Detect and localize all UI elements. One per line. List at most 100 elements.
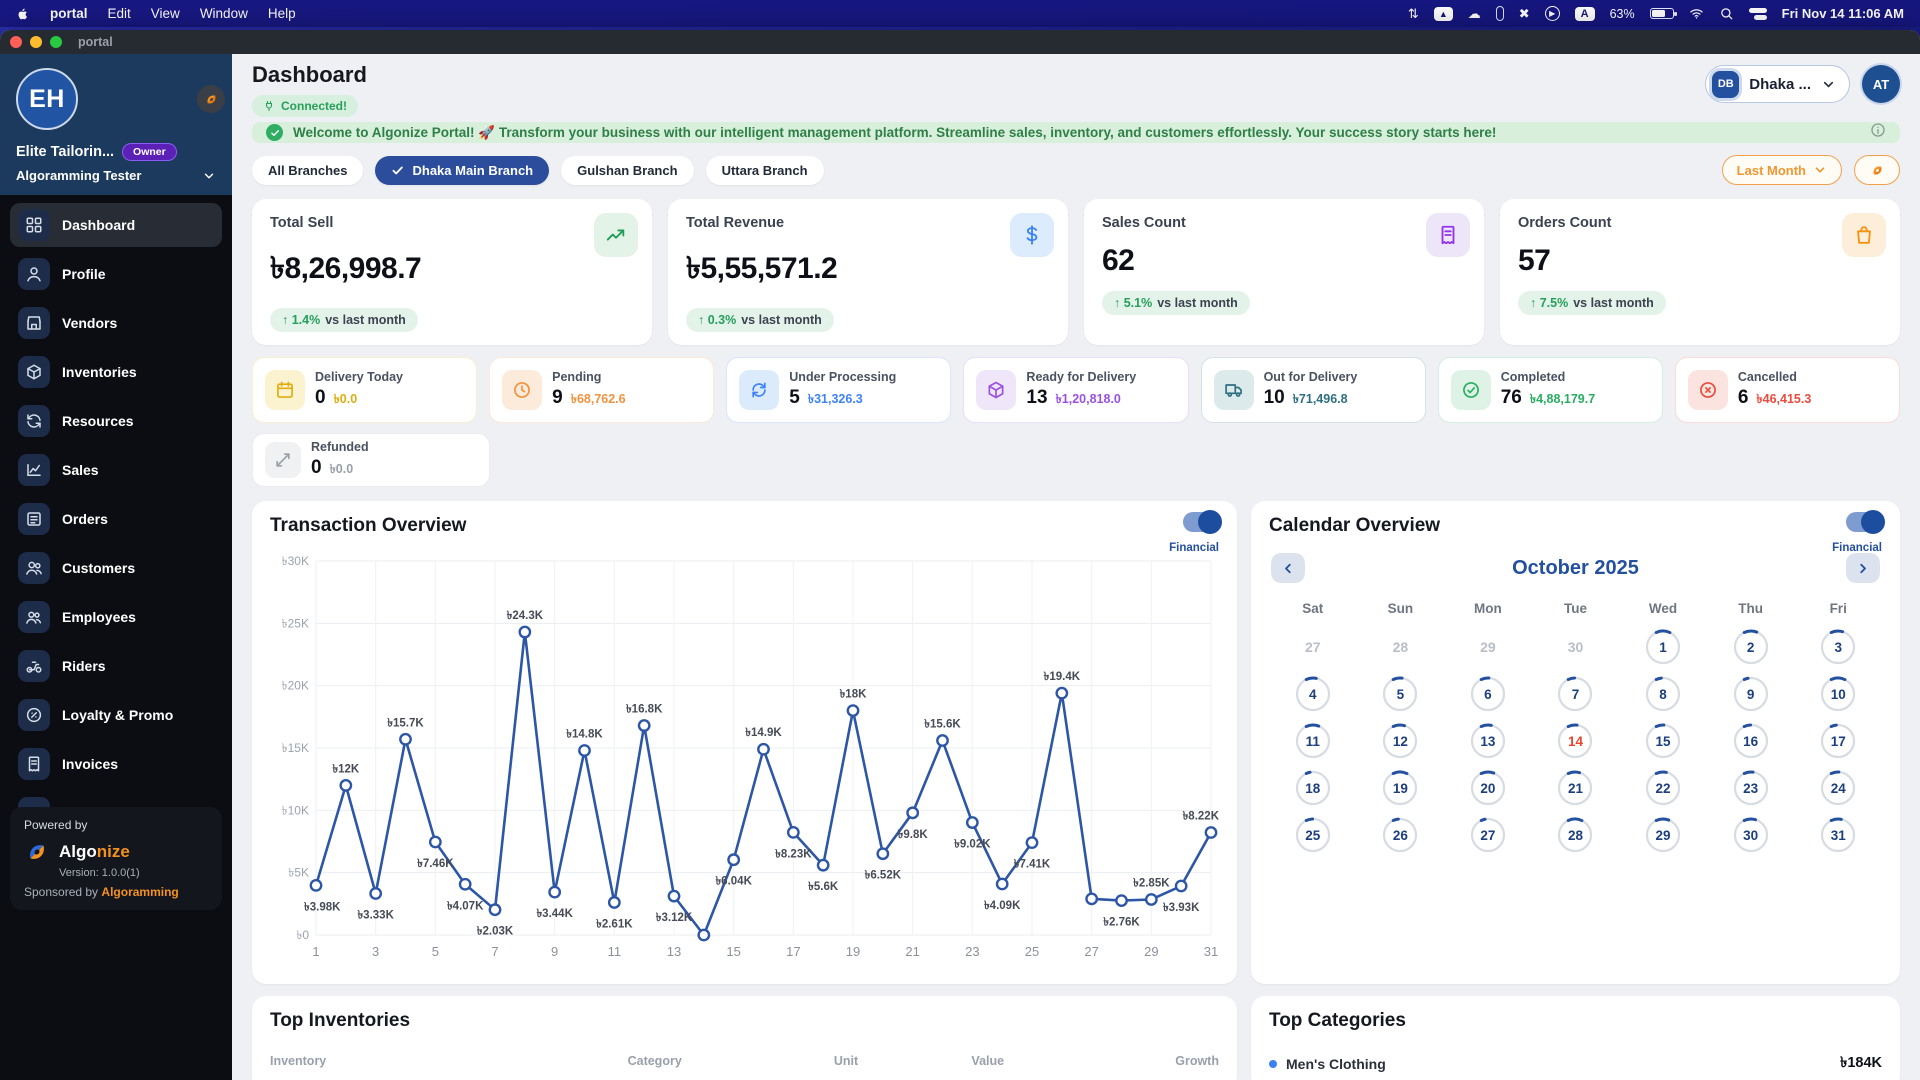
sidebar-collapse-button[interactable] [197, 85, 225, 113]
calendar-date-5[interactable]: 5 [1357, 676, 1445, 712]
calendar-date-15[interactable]: 15 [1619, 723, 1707, 759]
menubar-edit-menu[interactable]: Edit [108, 6, 131, 21]
pinwheel-icon[interactable]: ✖ [1519, 7, 1530, 20]
sidebar-item-dashboard[interactable]: Dashboard [10, 203, 222, 247]
calendar-date-31[interactable]: 31 [1794, 817, 1882, 853]
sidebar-item-inventories[interactable]: Inventories [10, 350, 222, 394]
calendar-date-28[interactable]: 28 [1532, 817, 1620, 853]
calendar-date-2[interactable]: 2 [1707, 629, 1795, 665]
calendar-date-9[interactable]: 9 [1707, 676, 1795, 712]
sidebar-item-vendors[interactable]: Vendors [10, 301, 222, 345]
calendar-date-11[interactable]: 11 [1269, 723, 1357, 759]
tab-dhaka-main-branch[interactable]: Dhaka Main Branch [375, 155, 550, 185]
wifi-icon[interactable] [1689, 6, 1704, 21]
zoom-window-button[interactable] [50, 36, 62, 48]
calendar-date-30[interactable]: 30 [1707, 817, 1795, 853]
calendar-date-1[interactable]: 1 [1619, 629, 1707, 665]
sidebar-item-profile[interactable]: Profile [10, 252, 222, 296]
minimize-window-button[interactable] [30, 36, 42, 48]
chart-icon [27, 464, 41, 476]
calendar-date-6[interactable]: 6 [1444, 676, 1532, 712]
calendar-date-27[interactable]: 27 [1444, 817, 1532, 853]
calendar-date-17[interactable]: 17 [1794, 723, 1882, 759]
chevron-down-icon [1815, 167, 1825, 173]
calendar-date-10[interactable]: 10 [1794, 676, 1882, 712]
refresh-icon [27, 414, 41, 428]
org-avatar[interactable]: EH [16, 68, 78, 130]
battery-icon[interactable] [1649, 8, 1677, 19]
apple-menu-icon[interactable] [16, 6, 30, 22]
calendar-day-header: Sat [1302, 601, 1324, 616]
menubar-clock[interactable]: Fri Nov 14 11:06 AM [1782, 6, 1904, 21]
sidebar-item-riders[interactable]: Riders [10, 644, 222, 688]
refresh-button[interactable] [1854, 155, 1900, 185]
calendar-date-16[interactable]: 16 [1707, 723, 1795, 759]
truck-icon [1224, 384, 1242, 397]
cloud-icon[interactable]: ☁ [1468, 7, 1481, 20]
invoice-icon-box [18, 748, 50, 780]
svg-text:11: 11 [608, 944, 622, 959]
calendar-date-20[interactable]: 20 [1444, 770, 1532, 806]
sidebar-item-label: Profile [62, 266, 106, 282]
calendar-date-26[interactable]: 26 [1357, 817, 1445, 853]
svg-text:৳15.7K: ৳15.7K [387, 717, 424, 729]
calendar-date-18[interactable]: 18 [1269, 770, 1357, 806]
sidebar-item-loyalty-promo[interactable]: Loyalty & Promo [10, 693, 222, 737]
main-content: Dashboard Connected! DB Dhaka ... AT Wel… [232, 54, 1920, 1080]
status-tile-completed: Completed 76 ৳4,88,179.7 [1437, 357, 1663, 423]
close-window-button[interactable] [10, 36, 22, 48]
sponsor-link[interactable]: Algoramming [101, 885, 178, 899]
period-filter-dropdown[interactable]: Last Month [1721, 155, 1842, 185]
user-avatar[interactable]: AT [1862, 65, 1900, 103]
calendar-date-7[interactable]: 7 [1532, 676, 1620, 712]
calendar-date-12[interactable]: 12 [1357, 723, 1445, 759]
search-icon[interactable] [1719, 6, 1734, 21]
sidebar-item-customers[interactable]: Customers [10, 546, 222, 590]
menubar-view-menu[interactable]: View [151, 6, 180, 21]
calendar-date-24[interactable]: 24 [1794, 770, 1882, 806]
calendar-financial-toggle[interactable] [1846, 510, 1885, 534]
calendar-date-29[interactable]: 29 [1619, 817, 1707, 853]
menubar-help-menu[interactable]: Help [268, 6, 296, 21]
tile-count: 9 [552, 386, 563, 408]
peripheral-battery-icon[interactable] [1495, 6, 1504, 21]
calendar-date-23[interactable]: 23 [1707, 770, 1795, 806]
input-source-badge[interactable]: A [1574, 6, 1595, 21]
calendar-date-number: 13 [1480, 733, 1496, 749]
calendar-date-number: 18 [1305, 780, 1321, 796]
info-icon[interactable] [1870, 122, 1886, 143]
financial-toggle[interactable] [1183, 510, 1222, 534]
calendar-date-14[interactable]: 14 [1532, 723, 1620, 759]
calendar-prev-button[interactable] [1271, 553, 1305, 583]
calendar-date-21[interactable]: 21 [1532, 770, 1620, 806]
calendar-next-button[interactable] [1845, 553, 1880, 583]
tab-uttara-branch[interactable]: Uttara Branch [705, 155, 824, 185]
sidebar-item-employees[interactable]: Employees [10, 595, 222, 639]
calendar-date-8[interactable]: 8 [1619, 676, 1707, 712]
svg-text:৳9.02K: ৳9.02K [954, 839, 991, 851]
calendar-date-19[interactable]: 19 [1357, 770, 1445, 806]
sync-arrows-icon[interactable]: ⇅ [1408, 7, 1419, 20]
calendar-date-22[interactable]: 22 [1619, 770, 1707, 806]
calendar-date-13[interactable]: 13 [1444, 723, 1532, 759]
sidebar-item-invoices[interactable]: Invoices [10, 742, 222, 786]
calendar-date-number: 5 [1396, 686, 1405, 702]
sidebar-item-resources[interactable]: Resources [10, 399, 222, 443]
stage-manager-icon[interactable]: ▲ [1433, 6, 1453, 21]
control-center-icon[interactable] [1748, 7, 1767, 20]
receipt-icon [1441, 225, 1455, 245]
calendar-date-3[interactable]: 3 [1794, 629, 1882, 665]
playback-icon[interactable]: ▶ [1544, 6, 1560, 21]
tab-gulshan-branch[interactable]: Gulshan Branch [561, 155, 694, 185]
menubar-window-menu[interactable]: Window [200, 6, 248, 21]
sidebar-item-sales[interactable]: Sales [10, 448, 222, 492]
tab-all-branches[interactable]: All Branches [252, 155, 364, 185]
powered-by-label: Powered by [24, 818, 88, 832]
calendar-date-4[interactable]: 4 [1269, 676, 1357, 712]
menubar-app-menu[interactable]: portal [50, 6, 88, 21]
user-row[interactable]: Algoramming Tester [16, 168, 216, 183]
connection-icon [265, 100, 273, 112]
sidebar-item-orders[interactable]: Orders [10, 497, 222, 541]
calendar-date-25[interactable]: 25 [1269, 817, 1357, 853]
branch-selector-dropdown[interactable]: DB Dhaka ... [1705, 65, 1850, 103]
